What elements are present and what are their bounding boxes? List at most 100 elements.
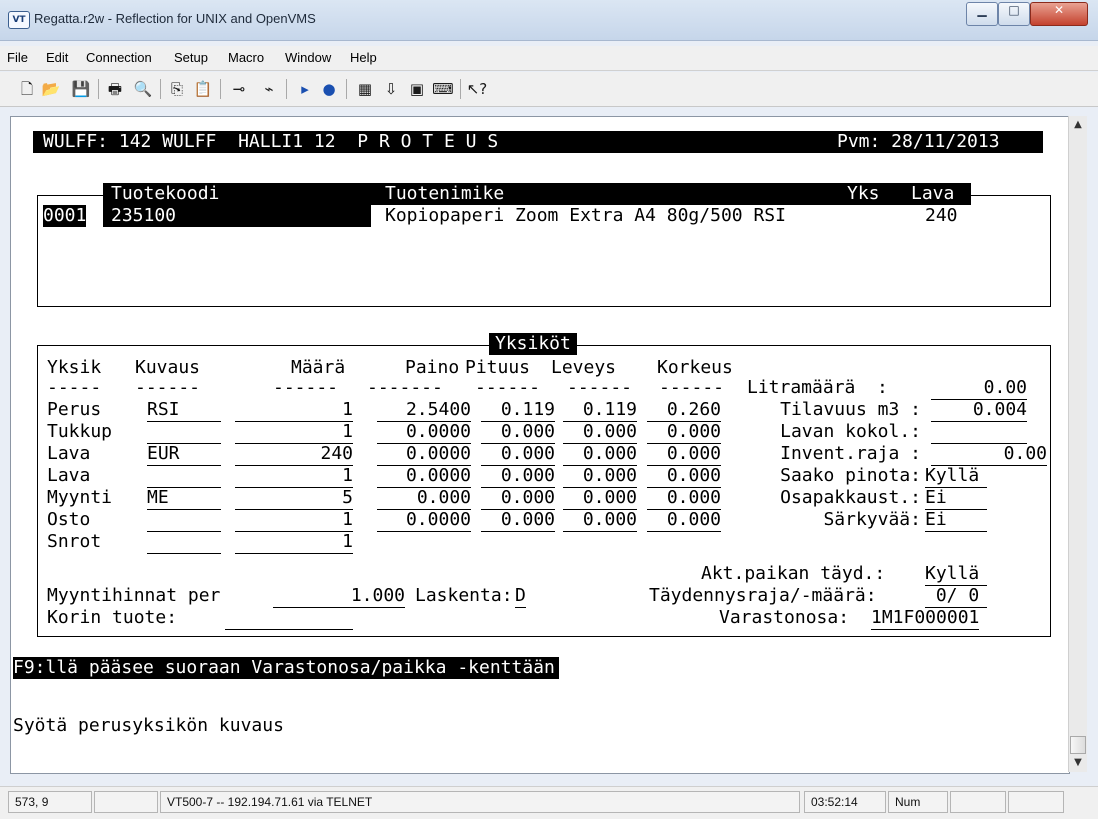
reflection-window: VT Regatta.r2w - Reflection for UNIX and…: [0, 0, 1098, 819]
disconnect-icon[interactable]: ⌁: [258, 78, 280, 100]
korin-field[interactable]: [225, 607, 353, 630]
copy-icon[interactable]: ⎘: [166, 78, 188, 100]
unit-qty-field[interactable]: 240: [235, 443, 353, 466]
side-value-field[interactable]: [931, 421, 1027, 444]
unit-qty-field[interactable]: 1: [235, 531, 353, 554]
unit-height-field[interactable]: 0.000: [647, 509, 721, 532]
scroll-thumb[interactable]: [1070, 736, 1086, 754]
price-field[interactable]: 1.000: [273, 585, 405, 608]
header-date: Pvm: 28/11/2013: [837, 131, 1000, 153]
unit-weight-field[interactable]: 0.000: [377, 487, 471, 510]
menu-file[interactable]: File: [7, 50, 28, 65]
connect-icon[interactable]: ⊸: [228, 78, 250, 100]
minimize-button[interactable]: ▁: [966, 2, 998, 26]
unit-length-field[interactable]: 0.000: [481, 465, 555, 488]
help-pointer-icon[interactable]: ↖?: [466, 78, 488, 100]
unit-desc-field[interactable]: ME: [147, 487, 221, 510]
status-blank: [94, 791, 158, 813]
menu-help[interactable]: Help: [350, 50, 377, 65]
status-time: 03:52:14: [804, 791, 886, 813]
unit-weight-field[interactable]: 0.0000: [377, 509, 471, 532]
unit-desc-field[interactable]: [147, 465, 221, 488]
scroll-up-icon[interactable]: ▲: [1069, 116, 1087, 134]
record-macro-icon[interactable]: ●: [318, 78, 340, 100]
side-value-field[interactable]: Ei: [925, 509, 987, 532]
unit-desc-field[interactable]: EUR: [147, 443, 221, 466]
new-document-icon[interactable]: 🗋: [16, 78, 38, 100]
side-value-field[interactable]: Kyllä: [925, 465, 987, 488]
menu-setup[interactable]: Setup: [174, 50, 208, 65]
unit-length-field[interactable]: 0.000: [481, 487, 555, 510]
side-value-field[interactable]: 0.00: [931, 443, 1047, 466]
dash-korkeus: ------: [659, 377, 725, 398]
display-icon[interactable]: ▣: [406, 78, 428, 100]
unit-qty-field[interactable]: 5: [235, 487, 353, 510]
open-folder-icon[interactable]: 📂: [40, 78, 62, 100]
play-macro-icon[interactable]: ▸: [294, 78, 316, 100]
find-icon[interactable]: 🔍: [132, 78, 154, 100]
settings-icon[interactable]: ▦: [354, 78, 376, 100]
unit-weight-field[interactable]: 0.0000: [377, 421, 471, 444]
unit-length-field[interactable]: 0.000: [481, 443, 555, 466]
unit-height-field[interactable]: 0.000: [647, 487, 721, 510]
terminal-screen[interactable]: WULFF: 142 WULFF HALLI1 12 P R O T E U S…: [10, 116, 1070, 774]
unit-width-field[interactable]: 0.000: [563, 443, 637, 466]
unit-width-field[interactable]: 0.000: [563, 487, 637, 510]
hdr-paino: Paino: [405, 357, 460, 378]
unit-length-field[interactable]: 0.000: [481, 421, 555, 444]
paste-icon[interactable]: 📋: [192, 78, 214, 100]
menu-window[interactable]: Window: [285, 50, 331, 65]
row-number[interactable]: 0001: [43, 205, 87, 227]
litra-field[interactable]: 0.00: [931, 377, 1027, 400]
print-icon[interactable]: 🖶: [104, 78, 126, 100]
unit-weight-field[interactable]: 2.5400: [377, 399, 471, 422]
unit-width-field[interactable]: 0.000: [563, 421, 637, 444]
laskenta-label: Laskenta:: [415, 585, 513, 606]
keyboard-icon[interactable]: ⌨: [432, 78, 454, 100]
akt-field[interactable]: Kyllä: [925, 563, 987, 586]
menu-connection[interactable]: Connection: [86, 50, 152, 65]
unit-qty-field[interactable]: 1: [235, 399, 353, 422]
taydennys-field[interactable]: 0/ 0: [925, 585, 987, 608]
unit-desc-field[interactable]: [147, 421, 221, 444]
unit-length-field[interactable]: 0.000: [481, 509, 555, 532]
varastonosa-field[interactable]: 1M1F000001: [871, 607, 980, 630]
title-bar[interactable]: VT Regatta.r2w - Reflection for UNIX and…: [0, 0, 1098, 41]
product-code-field[interactable]: 235100: [103, 205, 371, 227]
close-button[interactable]: ✕: [1030, 2, 1088, 26]
unit-width-field[interactable]: 0.119: [563, 399, 637, 422]
side-value-field[interactable]: Ei: [925, 487, 987, 510]
unit-qty-field[interactable]: 1: [235, 465, 353, 488]
save-icon[interactable]: 💾: [70, 78, 92, 100]
hdr-pituus: Pituus: [465, 357, 531, 378]
vertical-scrollbar[interactable]: ▲ ▼: [1068, 116, 1087, 772]
unit-desc-field[interactable]: [147, 531, 221, 554]
unit-weight-field[interactable]: 0.0000: [377, 443, 471, 466]
transfer-icon[interactable]: ⇩: [380, 78, 402, 100]
menu-macro[interactable]: Macro: [228, 50, 264, 65]
unit-qty-field[interactable]: 1: [235, 509, 353, 532]
menu-edit[interactable]: Edit: [46, 50, 68, 65]
hdr-kuvaus: Kuvaus: [135, 357, 201, 378]
dash-maara: ------: [273, 377, 339, 398]
unit-length-field[interactable]: 0.119: [481, 399, 555, 422]
unit-code: Snrot: [47, 531, 102, 552]
unit-desc-field[interactable]: [147, 509, 221, 532]
scroll-down-icon[interactable]: ▼: [1069, 754, 1087, 772]
unit-height-field[interactable]: 0.000: [647, 421, 721, 444]
unit-height-field[interactable]: 0.260: [647, 399, 721, 422]
vt-app-icon[interactable]: VT: [8, 11, 30, 29]
unit-qty-field[interactable]: 1: [235, 421, 353, 444]
side-label: Tilavuus m3 :: [780, 399, 921, 420]
hdr-maara: Määrä: [291, 357, 346, 378]
unit-width-field[interactable]: 0.000: [563, 465, 637, 488]
hdr-korkeus: Korkeus: [657, 357, 733, 378]
laskenta-field[interactable]: D: [515, 585, 526, 608]
unit-weight-field[interactable]: 0.0000: [377, 465, 471, 488]
maximize-button[interactable]: □: [998, 2, 1030, 26]
unit-height-field[interactable]: 0.000: [647, 443, 721, 466]
unit-height-field[interactable]: 0.000: [647, 465, 721, 488]
unit-desc-field[interactable]: RSI: [147, 399, 221, 422]
unit-width-field[interactable]: 0.000: [563, 509, 637, 532]
side-value-field[interactable]: 0.004: [931, 399, 1027, 422]
